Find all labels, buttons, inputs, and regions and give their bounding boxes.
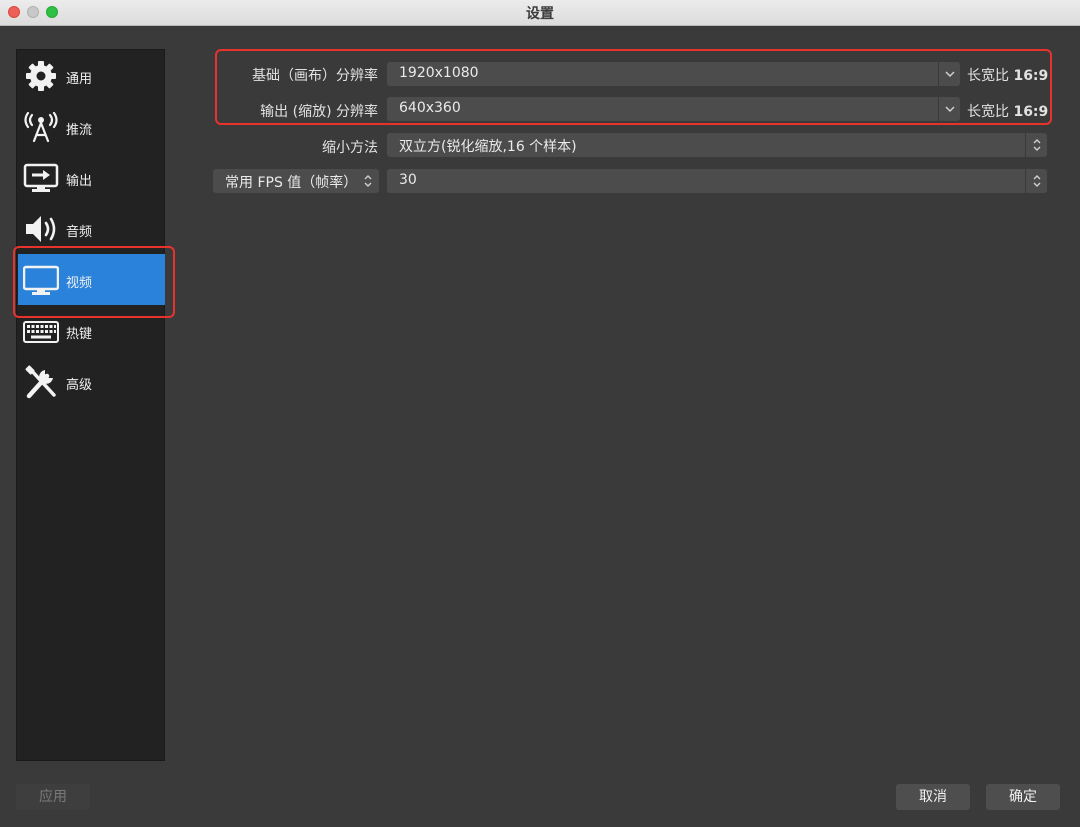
settings-sidebar: 通用 推流 输出 音频 视频 热键 高级	[16, 49, 165, 761]
downscale-filter-value: 双立方(锐化缩放,16 个样本)	[399, 139, 577, 155]
keyboard-icon	[23, 321, 59, 343]
output-resolution-value: 640x360	[399, 100, 461, 116]
sidebar-item-video[interactable]: 视频	[18, 254, 165, 305]
output-aspect-ratio: 长宽比 16:9	[967, 101, 1048, 121]
output-monitor-icon	[23, 163, 59, 192]
sidebar-item-output[interactable]: 输出	[18, 152, 165, 203]
fps-type-select[interactable]: 常用 FPS 值（帧率）	[213, 169, 379, 193]
chevron-down-icon[interactable]	[938, 97, 960, 121]
ok-button[interactable]: 确定	[986, 784, 1060, 810]
broadcast-antenna-icon	[24, 111, 58, 143]
monitor-icon	[23, 265, 59, 295]
sidebar-item-label: 通用	[66, 72, 93, 87]
speaker-icon	[26, 216, 56, 242]
sidebar-item-audio[interactable]: 音频	[18, 203, 165, 254]
apply-button[interactable]: 应用	[16, 784, 90, 810]
sidebar-item-label: 输出	[66, 174, 93, 189]
base-aspect-ratio: 长宽比 16:9	[967, 65, 1048, 85]
sidebar-item-label: 音频	[66, 225, 93, 240]
tools-icon	[25, 365, 56, 399]
downscale-filter-select[interactable]: 双立方(锐化缩放,16 个样本)	[387, 133, 1047, 157]
aspect-ratio-value: 16:9	[1013, 104, 1049, 120]
sidebar-item-advanced[interactable]: 高级	[18, 356, 165, 407]
gear-icon	[26, 61, 56, 91]
sidebar-item-label: 高级	[66, 378, 93, 393]
aspect-ratio-value: 16:9	[1013, 68, 1049, 84]
base-resolution-value: 1920x1080	[399, 65, 479, 81]
sidebar-item-general[interactable]: 通用	[18, 50, 165, 101]
sidebar-item-label: 视频	[66, 276, 93, 291]
output-resolution-label: 输出 (缩放) 分辨率	[260, 104, 378, 120]
sidebar-item-label: 热键	[66, 327, 93, 342]
aspect-ratio-label: 长宽比	[967, 68, 1009, 84]
window-title: 设置	[526, 6, 554, 22]
title-bar: 设置	[0, 0, 1080, 26]
output-resolution-combobox[interactable]: 640x360	[387, 97, 960, 121]
fps-value: 30	[399, 172, 417, 188]
updown-arrows-icon[interactable]	[1025, 169, 1047, 193]
fps-type-value: 常用 FPS 值（帧率）	[225, 175, 358, 191]
updown-arrows-icon[interactable]	[1025, 133, 1047, 157]
sidebar-item-hotkeys[interactable]: 热键	[18, 305, 165, 356]
aspect-ratio-label: 长宽比	[967, 104, 1009, 120]
fps-value-select[interactable]: 30	[387, 169, 1047, 193]
base-resolution-combobox[interactable]: 1920x1080	[387, 62, 960, 86]
downscale-filter-label: 缩小方法	[322, 140, 378, 156]
base-resolution-label: 基础（画布）分辨率	[252, 68, 378, 84]
updown-arrows-icon[interactable]	[359, 169, 377, 193]
chevron-down-icon[interactable]	[938, 62, 960, 86]
sidebar-item-stream[interactable]: 推流	[18, 101, 165, 152]
cancel-button[interactable]: 取消	[896, 784, 970, 810]
sidebar-item-label: 推流	[66, 123, 93, 138]
